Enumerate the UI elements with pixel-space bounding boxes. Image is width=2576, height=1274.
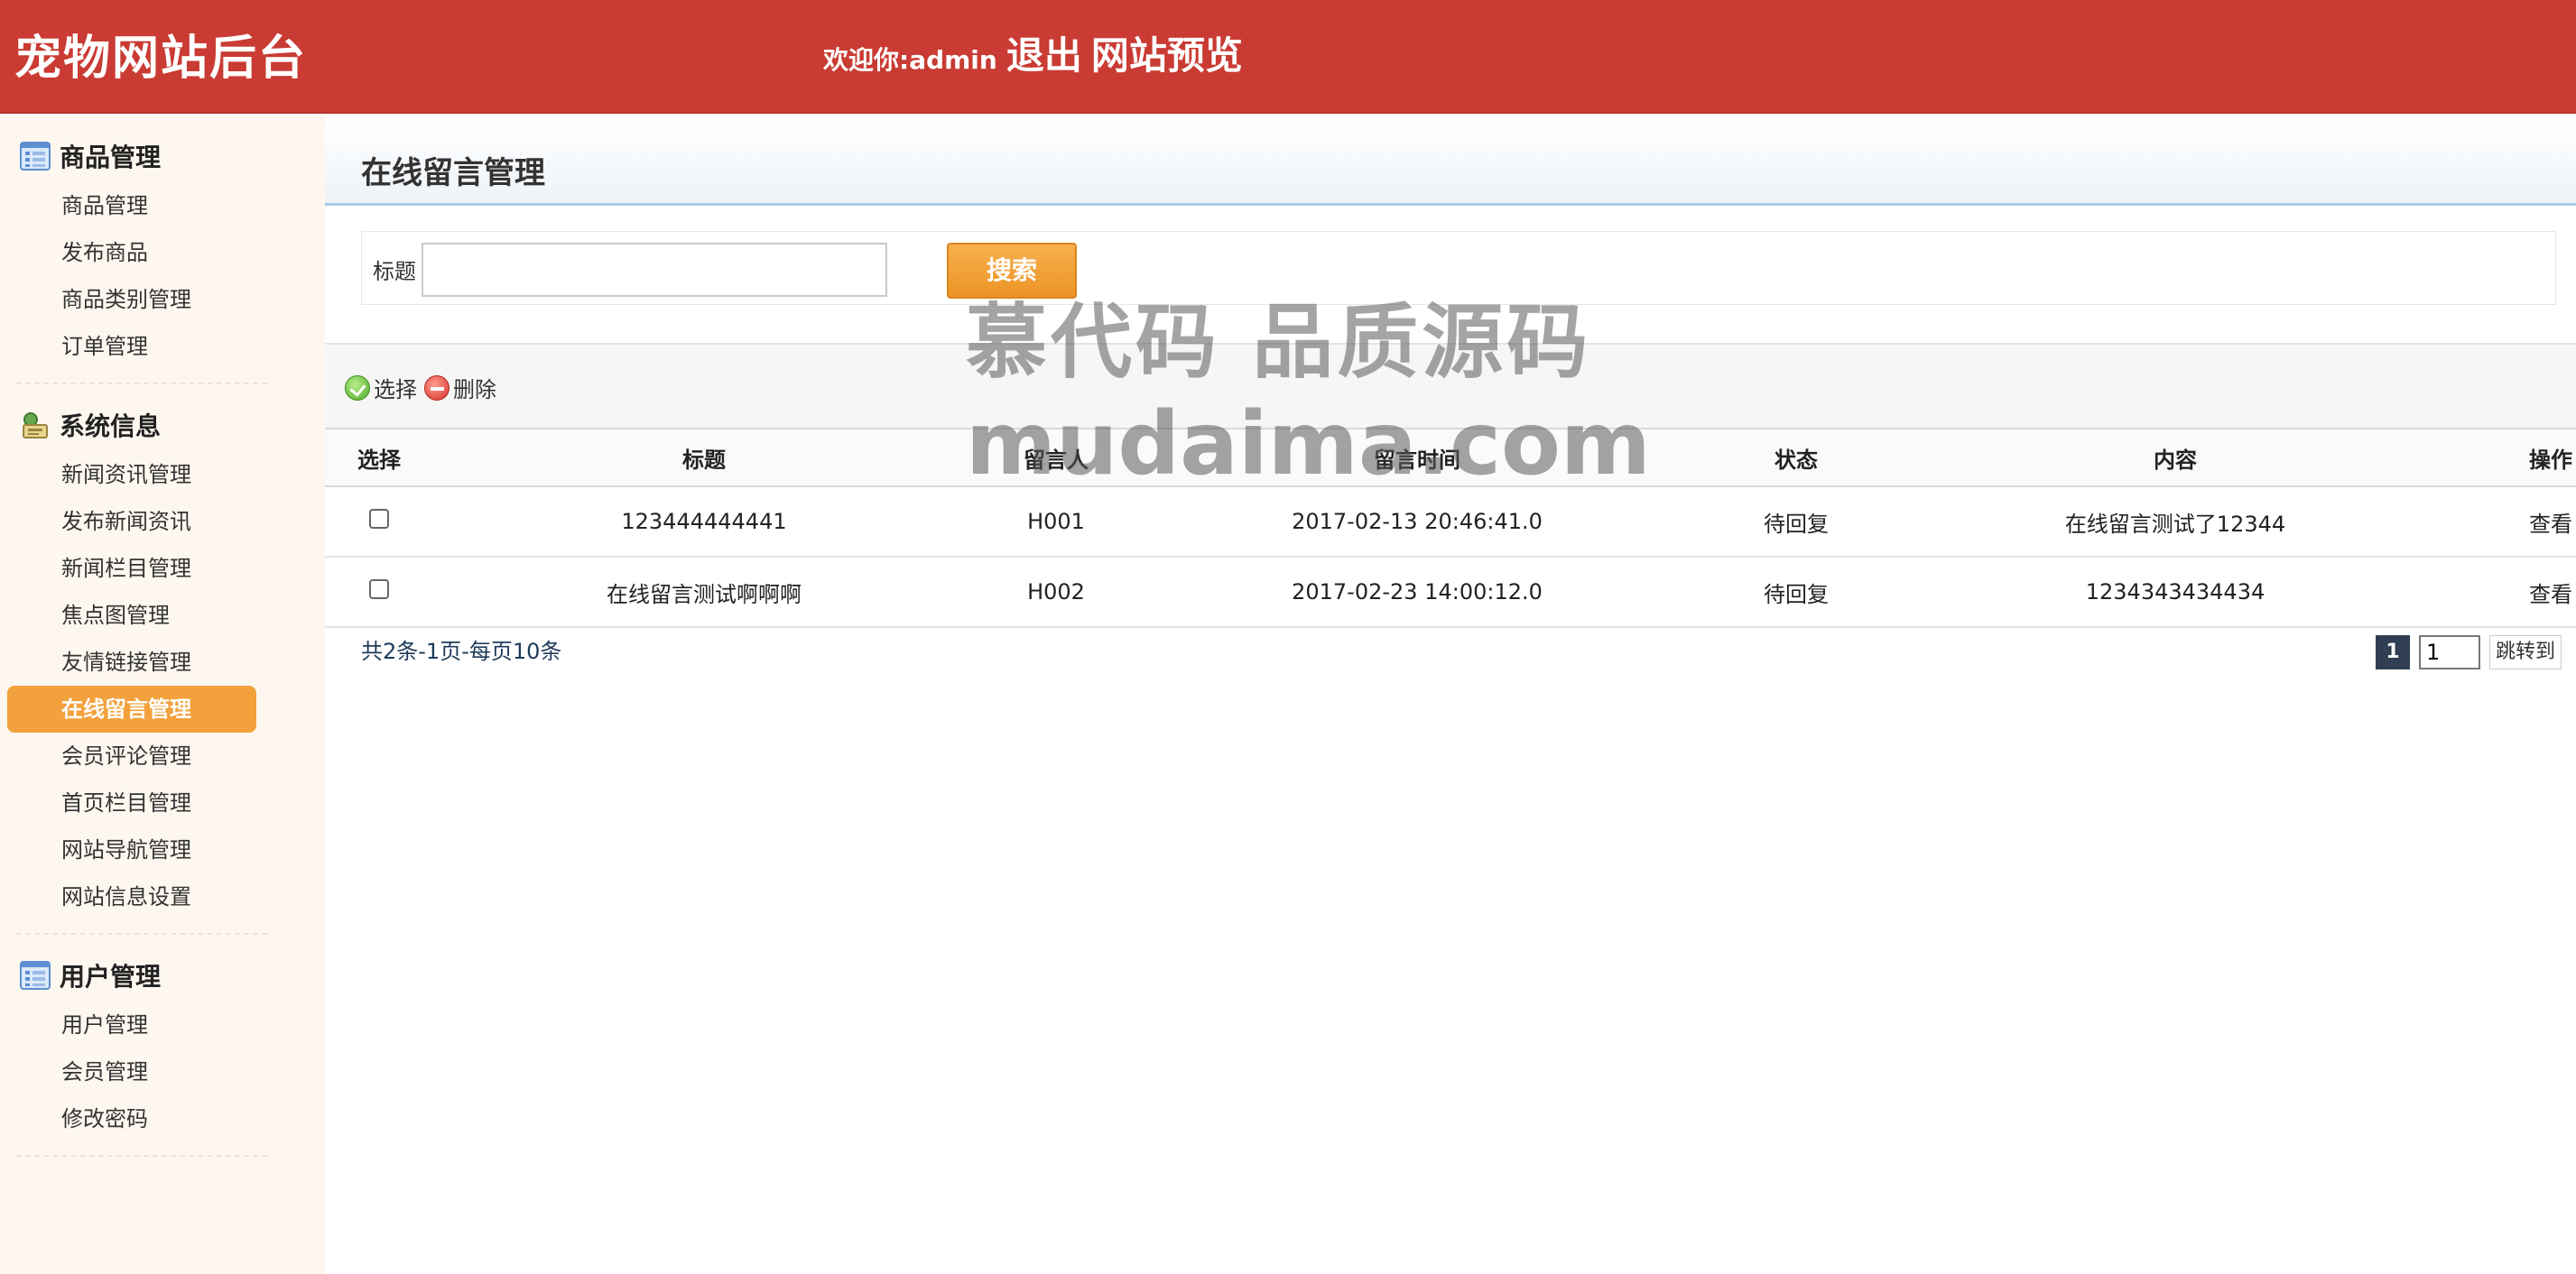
main-content: 在线留言管理 标题 搜索 选择 删除 选择 标题 留言人 留言时间 状态 内容 … — [325, 115, 2576, 1274]
table-toolbar: 选择 删除 — [325, 343, 2576, 428]
search-title-label: 标题 — [373, 259, 416, 284]
sidebar-item-publish-goods[interactable]: 发布商品 — [7, 229, 256, 276]
row-content: 在线留言测试了12344 — [1895, 486, 2455, 558]
sidebar-divider — [16, 1155, 267, 1157]
sidebar-item-news-manage[interactable]: 新闻资讯管理 — [7, 451, 256, 498]
sidebar-item-orders[interactable]: 订单管理 — [7, 323, 256, 370]
site-preview-link[interactable]: 网站预览 — [1091, 25, 1243, 80]
list-icon — [20, 142, 51, 171]
delete-label: 删除 — [453, 377, 496, 402]
top-header: 宠物网站后台 欢迎你:admin 退出 网站预览 — [0, 0, 2576, 114]
sidebar-item-goods-manage[interactable]: 商品管理 — [7, 182, 256, 229]
column-header-status: 状态 — [1697, 428, 1895, 487]
page-header: 在线留言管理 — [325, 115, 2576, 206]
site-brand: 宠物网站后台 — [14, 32, 308, 86]
sidebar-divider — [16, 383, 267, 384]
column-header-select: 选择 — [325, 428, 433, 487]
sidebar-group-goods: 商品管理 商品管理 发布商品 商品类别管理 订单管理 — [0, 130, 325, 384]
sidebar-item-change-password[interactable]: 修改密码 — [7, 1095, 256, 1142]
sidebar-group-title: 商品管理 — [60, 143, 162, 172]
sidebar-group-users: 用户管理 用户管理 会员管理 修改密码 — [0, 949, 325, 1157]
row-checkbox[interactable] — [369, 509, 389, 529]
row-status: 待回复 — [1697, 557, 1895, 628]
logout-link[interactable]: 退出 — [1006, 25, 1082, 80]
search-button[interactable]: 搜索 — [947, 243, 1077, 299]
pagination-summary: 共2条-1页-每页10条 — [361, 639, 562, 664]
sidebar-group-header[interactable]: 商品管理 — [0, 130, 325, 182]
column-header-title: 标题 — [433, 428, 975, 487]
sidebar-item-member-manage[interactable]: 会员管理 — [7, 1048, 256, 1095]
page-jump-button[interactable]: 跳转到 — [2489, 635, 2562, 669]
search-panel: 标题 搜索 — [361, 231, 2556, 305]
header-user-area: 欢迎你:admin 退出 网站预览 — [823, 25, 1243, 80]
row-select-cell — [325, 557, 433, 628]
table-row: 在线留言测试啊啊啊 H002 2017-02-23 14:00:12.0 待回复… — [325, 557, 2576, 628]
row-title: 123444444441 — [433, 486, 975, 558]
row-content: 1234343434434 — [1895, 557, 2455, 628]
sidebar-item-goods-category[interactable]: 商品类别管理 — [7, 276, 256, 323]
row-view-link[interactable]: 查看 — [2455, 486, 2576, 558]
row-time: 2017-02-13 20:46:41.0 — [1137, 486, 1697, 558]
column-header-action: 操作 — [2455, 428, 2576, 487]
sidebar-group-system: 系统信息 新闻资讯管理 发布新闻资讯 新闻栏目管理 焦点图管理 友情链接管理 在… — [0, 399, 325, 935]
row-select-cell — [325, 486, 433, 558]
select-label: 选择 — [374, 377, 417, 402]
page-jump-input[interactable] — [2419, 635, 2480, 669]
minus-circle-icon — [424, 374, 449, 401]
sidebar-group-title: 系统信息 — [60, 411, 162, 441]
select-all-button[interactable]: 选择 — [345, 372, 417, 403]
row-author: H002 — [975, 557, 1137, 628]
sidebar-item-online-messages[interactable]: 在线留言管理 — [7, 686, 256, 733]
sidebar-item-home-columns[interactable]: 首页栏目管理 — [7, 780, 256, 826]
check-circle-icon — [345, 374, 370, 401]
sidebar-group-title: 用户管理 — [60, 962, 162, 992]
row-time: 2017-02-23 14:00:12.0 — [1137, 557, 1697, 628]
sidebar-item-focus-images[interactable]: 焦点图管理 — [7, 592, 256, 639]
column-header-author: 留言人 — [975, 428, 1137, 487]
list-icon — [20, 961, 51, 990]
row-view-link[interactable]: 查看 — [2455, 557, 2576, 628]
row-status: 待回复 — [1697, 486, 1895, 558]
pagination: 1 跳转到 — [2376, 635, 2562, 669]
column-header-content: 内容 — [1895, 428, 2455, 487]
search-title-input[interactable] — [422, 243, 887, 297]
welcome-text: 欢迎你:admin — [823, 45, 997, 75]
sidebar-item-member-comments[interactable]: 会员评论管理 — [7, 733, 256, 780]
sidebar-item-news-column[interactable]: 新闻栏目管理 — [7, 545, 256, 592]
messages-table: 选择 标题 留言人 留言时间 状态 内容 操作 123444444441 H00… — [325, 428, 2576, 628]
delete-button[interactable]: 删除 — [424, 372, 496, 403]
current-page-button[interactable]: 1 — [2376, 635, 2410, 669]
sidebar-item-publish-news[interactable]: 发布新闻资讯 — [7, 498, 256, 545]
sidebar-item-friend-links[interactable]: 友情链接管理 — [7, 639, 256, 686]
table-row: 123444444441 H001 2017-02-13 20:46:41.0 … — [325, 486, 2576, 558]
sidebar-item-site-settings[interactable]: 网站信息设置 — [7, 873, 256, 920]
table-header-row: 选择 标题 留言人 留言时间 状态 内容 操作 — [325, 428, 2576, 487]
system-info-icon — [23, 412, 48, 439]
row-checkbox[interactable] — [369, 579, 389, 599]
page-title: 在线留言管理 — [361, 155, 545, 191]
sidebar-group-header[interactable]: 系统信息 — [0, 399, 325, 451]
sidebar-item-user-manage[interactable]: 用户管理 — [7, 1002, 256, 1048]
row-title: 在线留言测试啊啊啊 — [433, 557, 975, 628]
column-header-time: 留言时间 — [1137, 428, 1697, 487]
row-author: H001 — [975, 486, 1137, 558]
sidebar-group-header[interactable]: 用户管理 — [0, 949, 325, 1002]
sidebar-item-site-nav[interactable]: 网站导航管理 — [7, 826, 256, 873]
sidebar-divider — [16, 933, 267, 935]
sidebar: 商品管理 商品管理 发布商品 商品类别管理 订单管理 系统信息 新闻资讯管理 发… — [0, 115, 325, 1274]
